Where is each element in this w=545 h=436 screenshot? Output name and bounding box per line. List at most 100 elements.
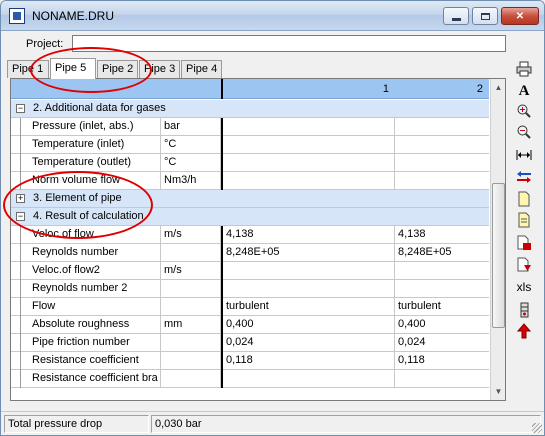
value-cell-2[interactable]: 8,248E+05 (395, 244, 489, 262)
tree-indent (11, 352, 29, 370)
section-row[interactable]: −2. Additional data for gases (11, 100, 489, 118)
project-input[interactable] (72, 35, 506, 52)
value-cell-1[interactable] (221, 172, 395, 190)
import-document-button[interactable] (513, 254, 535, 276)
table-row[interactable]: Veloc.of flow m/s 4,138 4,138 (11, 226, 489, 244)
print-button[interactable] (513, 58, 535, 80)
zoom-out-button[interactable] (513, 121, 535, 143)
swap-columns-button[interactable] (513, 166, 535, 188)
value-cell-2[interactable] (395, 136, 489, 154)
value-cell-1[interactable]: 0,024 (221, 334, 395, 352)
scrollbar-thumb[interactable] (492, 183, 505, 328)
table-row[interactable]: Veloc.of flow2 m/s (11, 262, 489, 280)
column-header-1[interactable]: 1 (223, 79, 395, 99)
xls-export-button[interactable]: xls (513, 276, 535, 298)
section-title: 2. Additional data for gases (33, 102, 166, 114)
tab-pipe-2[interactable]: Pipe 2 (97, 60, 138, 78)
grid-header: 1 2 (11, 79, 489, 99)
value-cell-2[interactable]: 4,138 (395, 226, 489, 244)
close-button[interactable]: ✕ (501, 7, 539, 25)
collapse-icon[interactable]: − (16, 212, 25, 221)
tree-line (20, 118, 21, 136)
tab-pipe-4[interactable]: Pipe 4 (181, 60, 222, 78)
value-cell-1[interactable] (221, 262, 395, 280)
tree-line (20, 334, 21, 352)
table-row[interactable]: Norm volume flow Nm3/h (11, 172, 489, 190)
tab-pipe-5[interactable]: Pipe 5 (50, 58, 96, 79)
up-arrow-button[interactable] (513, 320, 535, 342)
value-cell-2[interactable]: 0,400 (395, 316, 489, 334)
vertical-scrollbar[interactable]: ▲ ▼ (490, 79, 505, 400)
fit-width-icon (516, 150, 532, 160)
value-cell-1[interactable]: turbulent (221, 298, 395, 316)
minimize-button[interactable] (443, 7, 469, 25)
tree-indent (11, 316, 29, 334)
table-row[interactable]: Pressure (inlet, abs.) bar (11, 118, 489, 136)
table-row[interactable]: Resistance coefficient bra (11, 370, 489, 388)
table-row[interactable]: Resistance coefficient 0,118 0,118 (11, 352, 489, 370)
scroll-up-icon[interactable]: ▲ (491, 79, 505, 96)
excel-button[interactable] (513, 299, 535, 321)
collapse-icon[interactable]: − (16, 104, 25, 113)
value-cell-1[interactable] (221, 136, 395, 154)
expand-icon[interactable]: + (16, 194, 25, 203)
value-cell-2[interactable] (395, 280, 489, 298)
data-grid[interactable]: 1 2 −2. Additional data for gases Pressur… (10, 78, 506, 401)
up-arrow-icon (516, 323, 532, 339)
export-document-button[interactable] (513, 232, 535, 254)
value-cell-2[interactable] (395, 154, 489, 172)
zoom-out-icon (517, 125, 531, 139)
value-cell-2[interactable]: 0,118 (395, 352, 489, 370)
value-cell-1[interactable]: 4,138 (221, 226, 395, 244)
scroll-down-icon[interactable]: ▼ (491, 383, 505, 400)
table-row[interactable]: Reynolds number 2 (11, 280, 489, 298)
main-window: NONAME.DRU ✕ Project: Pipe 1 Pipe 5 Pipe… (0, 0, 545, 436)
tree-indent (11, 334, 29, 352)
value-cell-1[interactable]: 8,248E+05 (221, 244, 395, 262)
resize-grip-icon[interactable] (532, 423, 542, 433)
tree-line (20, 226, 21, 244)
title-bar[interactable]: NONAME.DRU ✕ (1, 1, 544, 31)
table-row[interactable]: Temperature (inlet) °C (11, 136, 489, 154)
table-row[interactable]: Reynolds number 8,248E+05 8,248E+05 (11, 244, 489, 262)
table-row[interactable]: Temperature (outlet) °C (11, 154, 489, 172)
value-cell-2[interactable] (395, 172, 489, 190)
table-row[interactable]: Pipe friction number 0,024 0,024 (11, 334, 489, 352)
swap-columns-icon (517, 171, 531, 183)
parameter-name-cell: Absolute roughness (29, 316, 161, 334)
copy-document-button[interactable] (513, 209, 535, 231)
table-row[interactable]: Flow turbulent turbulent (11, 298, 489, 316)
xls-export-icon: xls (516, 280, 532, 294)
section-row[interactable]: −4. Result of calculation (11, 208, 489, 226)
tree-line (20, 172, 21, 190)
zoom-in-button[interactable] (513, 100, 535, 122)
app-icon (9, 8, 25, 24)
tree-line (20, 370, 21, 388)
value-cell-2[interactable]: turbulent (395, 298, 489, 316)
value-cell-1[interactable]: 0,118 (221, 352, 395, 370)
tab-pipe-1[interactable]: Pipe 1 (7, 60, 49, 78)
status-bar: Total pressure drop 0,030 bar (1, 411, 544, 435)
value-cell-2[interactable] (395, 370, 489, 388)
value-cell-1[interactable]: 0,400 (221, 316, 395, 334)
value-cell-1[interactable] (221, 154, 395, 172)
tree-indent (11, 154, 29, 172)
maximize-button[interactable] (472, 7, 498, 25)
value-cell-2[interactable]: 0,024 (395, 334, 489, 352)
new-document-button[interactable] (513, 188, 535, 210)
fit-width-button[interactable] (513, 144, 535, 166)
new-document-icon (518, 191, 530, 207)
column-header-2[interactable]: 2 (395, 79, 489, 99)
parameter-name-cell: Pressure (inlet, abs.) (29, 118, 161, 136)
value-cell-2[interactable] (395, 118, 489, 136)
value-cell-1[interactable] (221, 370, 395, 388)
value-cell-1[interactable] (221, 118, 395, 136)
parameter-name-cell: Flow (29, 298, 161, 316)
unit-cell: bar (161, 118, 221, 136)
value-cell-1[interactable] (221, 280, 395, 298)
section-row[interactable]: +3. Element of pipe (11, 190, 489, 208)
tab-pipe-3[interactable]: Pipe 3 (139, 60, 180, 78)
value-cell-2[interactable] (395, 262, 489, 280)
table-row[interactable]: Absolute roughness mm 0,400 0,400 (11, 316, 489, 334)
font-button[interactable]: A (513, 80, 535, 102)
